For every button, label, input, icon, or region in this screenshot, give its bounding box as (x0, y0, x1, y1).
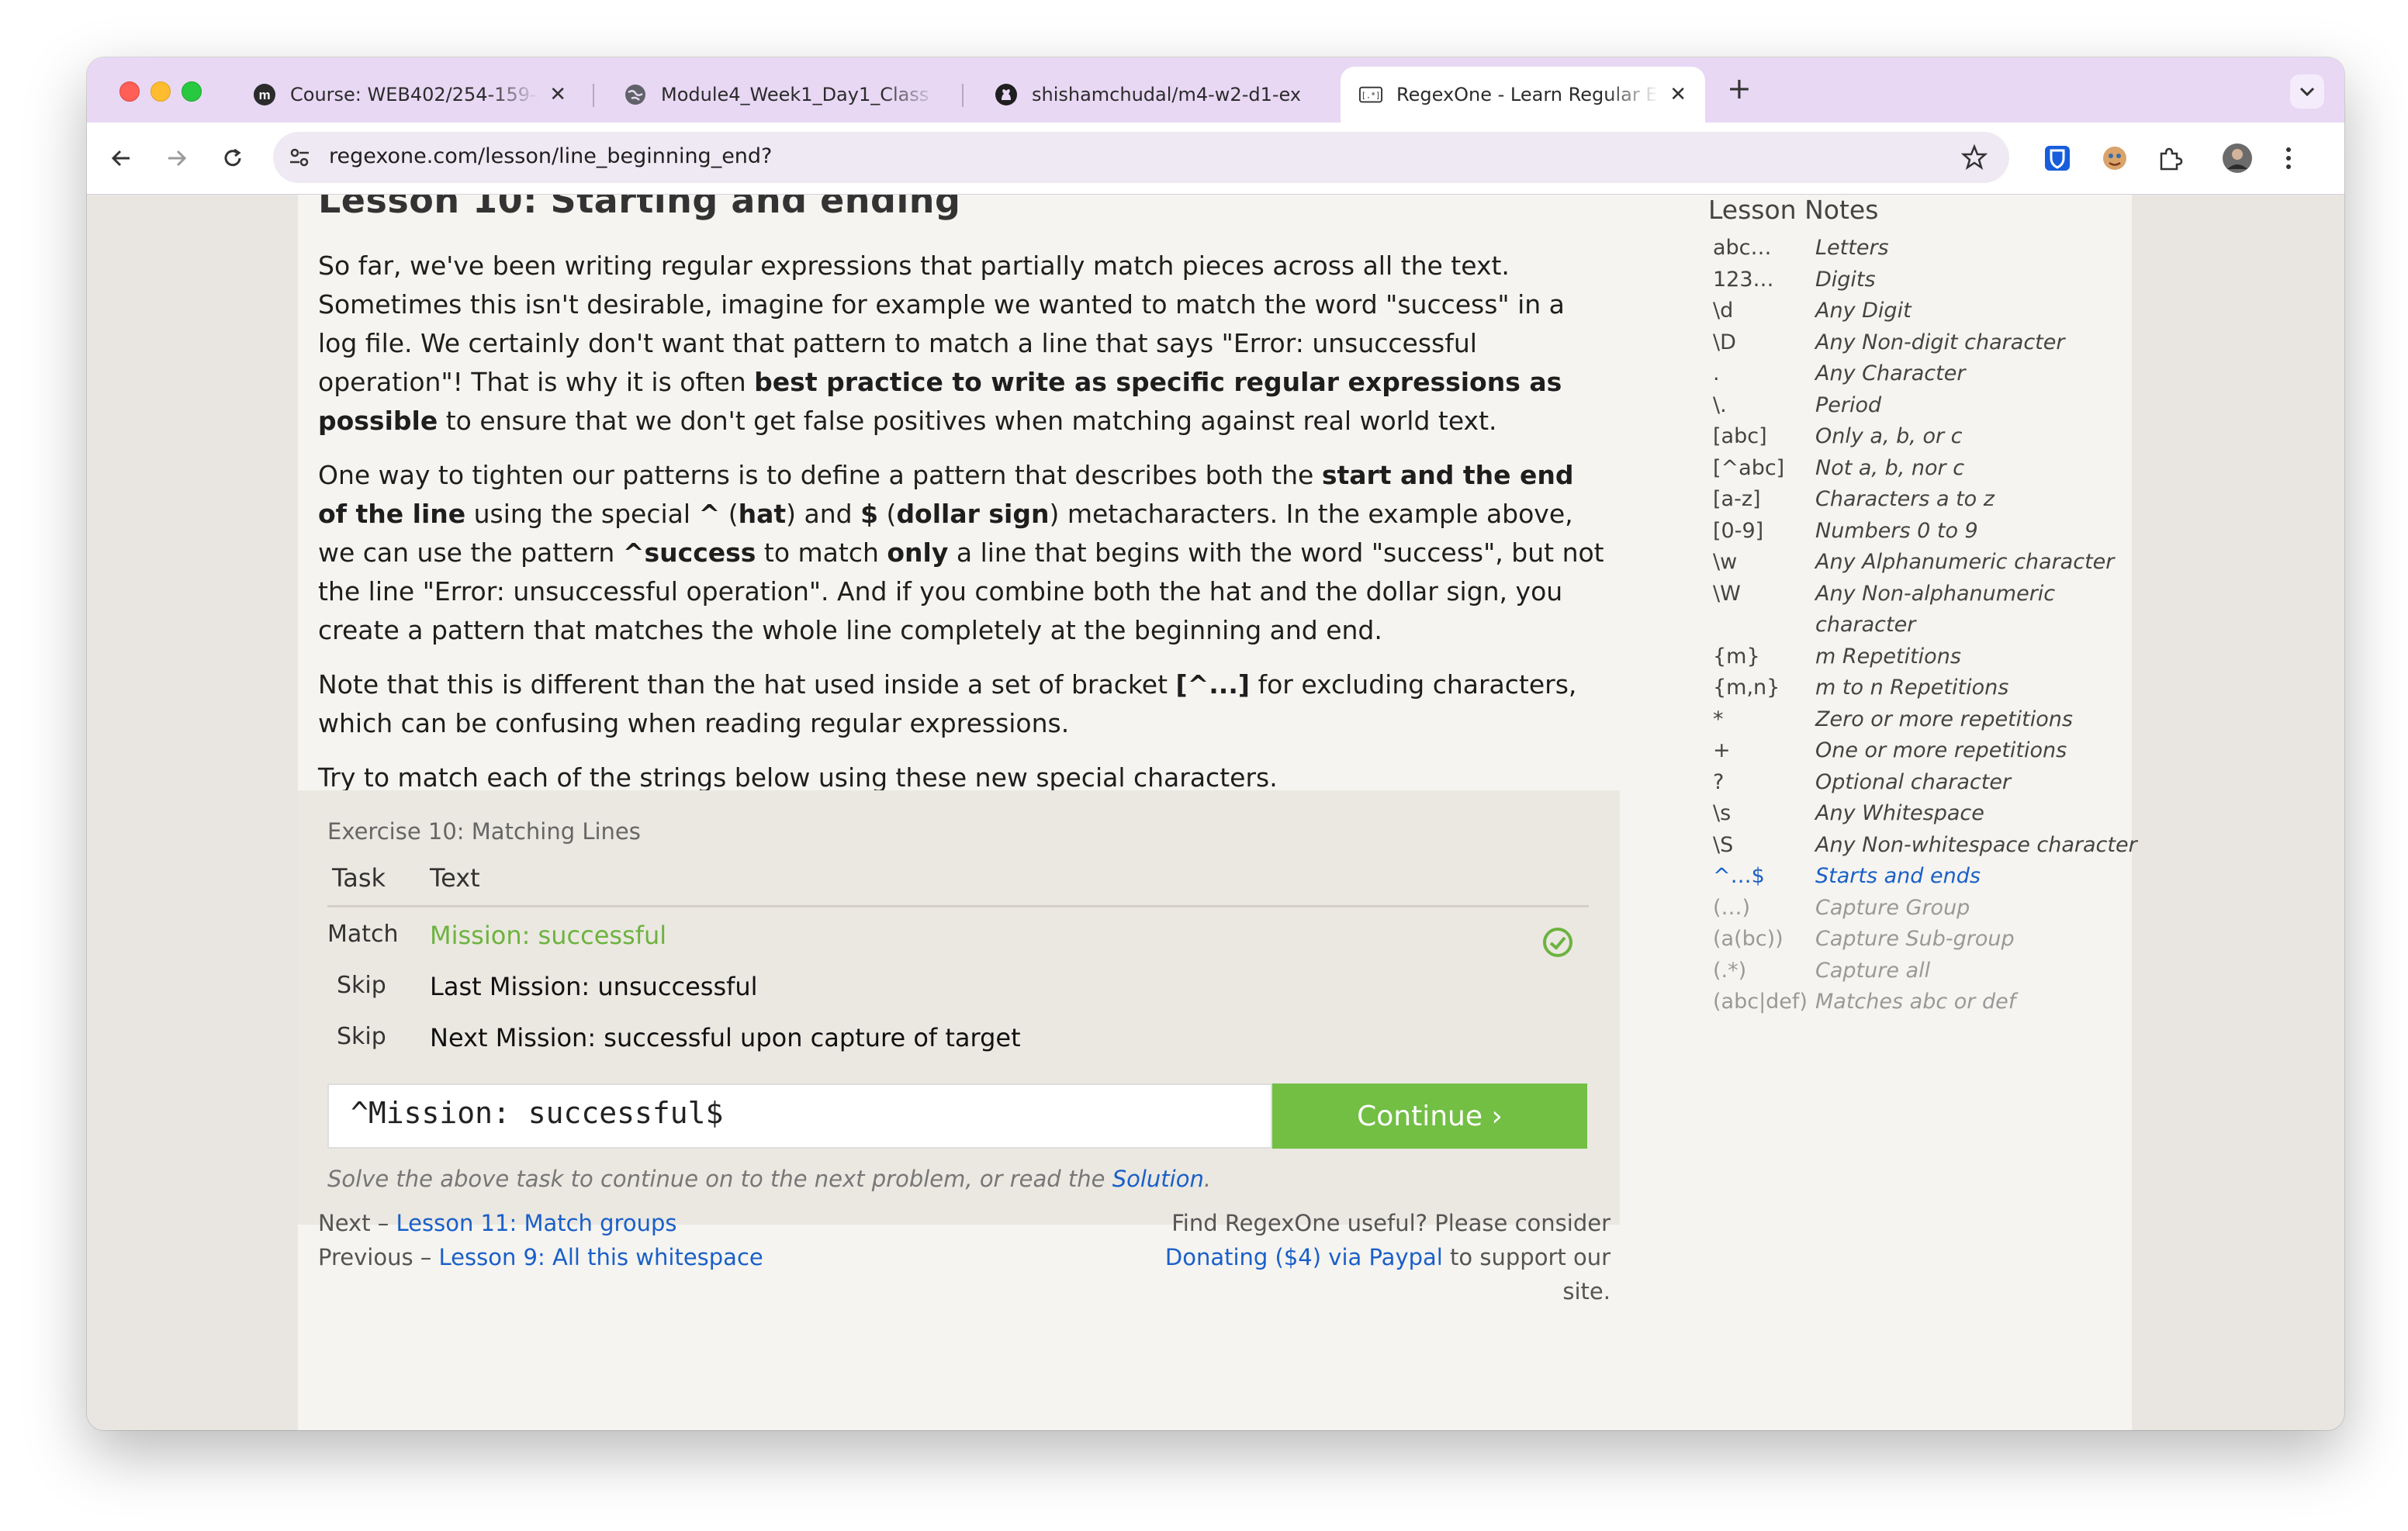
exercise-title: Exercise 10: Matching Lines (327, 818, 641, 845)
note-row: [a-z] Characters a to z (1713, 487, 1995, 511)
arrow-right-icon (168, 150, 187, 167)
lesson-panel: Lesson 10: Starting and ending So far, w… (298, 195, 2137, 1430)
note-row: 123… Digits (1713, 267, 1876, 292)
task-label: Match (327, 921, 399, 948)
tab-divider (593, 84, 594, 107)
note-row: (.*) Capture all (1713, 958, 1931, 983)
note-row: (…) Capture Group (1713, 895, 1970, 920)
note-row: \d Any Digit (1713, 299, 1912, 323)
note-row: abc… Letters (1713, 236, 1889, 260)
site-settings-icon[interactable] (287, 145, 312, 173)
note-row: \W Any Non-alphanumeric character (1713, 581, 2056, 638)
address-bar[interactable]: regexone.com/lesson/line_beginning_end? (273, 132, 2009, 183)
tab-course[interactable]: m Course: WEB402/254-159-A ✕ (234, 67, 585, 123)
exercise-row: Skip Last Mission: unsuccessful (327, 972, 1589, 1014)
lesson-navigation: Next – Lesson 11: Match groups Previous … (318, 1210, 763, 1270)
note-row: [abc] Only a, b, or c (1713, 424, 1963, 448)
url-text: regexone.com/lesson/line_beginning_end? (329, 144, 773, 168)
tab-search-button[interactable] (2290, 74, 2324, 109)
note-row: (abc|def) Matches abc or def (1713, 990, 2016, 1014)
browser-toolbar: regexone.com/lesson/line_beginning_end? (87, 123, 2344, 195)
continue-button[interactable]: Continue › (1272, 1083, 1587, 1149)
task-text: Last Mission: unsuccessful (430, 972, 758, 1001)
svg-text:m: m (258, 88, 270, 102)
extension-avatar-icon[interactable] (2099, 143, 2130, 174)
task-text: Mission: successful (430, 921, 667, 950)
note-row: * Zero or more repetitions (1713, 707, 2073, 731)
note-row: ? Optional character (1713, 769, 2012, 794)
note-row: [0-9] Numbers 0 to 9 (1713, 518, 1978, 543)
note-row: [^abc] Not a, b, nor c (1713, 455, 1965, 480)
close-icon[interactable]: ✕ (1669, 83, 1687, 106)
tab-module4[interactable]: Module4_Week1_Day1_Class (605, 67, 956, 123)
exercise-hint: Solve the above task to continue on to t… (327, 1166, 1212, 1192)
previous-lesson-link[interactable]: Lesson 9: All this whitespace (439, 1244, 763, 1270)
regexone-icon: [.*] (1359, 83, 1382, 106)
back-button[interactable] (102, 140, 140, 177)
tab-divider (962, 84, 964, 107)
note-row: (a(bc)) Capture Sub-group (1713, 927, 2015, 951)
moodle-icon: m (253, 83, 276, 106)
check-circle-icon (1543, 928, 1572, 957)
column-task: Task (332, 863, 386, 893)
exercise-box: Exercise 10: Matching Lines Task Text Ma… (298, 790, 1620, 1225)
tab-title: RegexOne - Learn Regular Ex (1396, 84, 1659, 105)
tab-title: shishamchudal/m4-w2-d1-ex (1032, 84, 1302, 105)
column-text: Text (430, 863, 480, 893)
extensions-puzzle-icon[interactable] (2155, 143, 2186, 174)
forward-button[interactable] (158, 140, 195, 177)
svg-text:[.*]: [.*] (1361, 92, 1381, 101)
page-viewport: Lesson 10: Starting and ending So far, w… (87, 195, 2344, 1430)
note-row: + One or more repetitions (1713, 738, 2067, 762)
arrow-left-icon (111, 150, 130, 167)
globe-icon (624, 83, 647, 106)
tab-title: Module4_Week1_Day1_Class (661, 84, 929, 105)
note-row: \S Any Non-whitespace character (1713, 832, 2137, 857)
note-row: \s Any Whitespace (1713, 801, 1984, 825)
regex-answer-input[interactable]: ^Mission: successful$ (327, 1083, 1272, 1149)
lesson-notes: Lesson Notes abc… Letters 123… Digits \d An… (1708, 195, 2143, 1018)
profile-avatar[interactable] (2222, 143, 2253, 174)
lesson-title: Lesson 10: Starting and ending (318, 195, 961, 221)
note-row-current[interactable]: ^…$ Starts and ends (1708, 861, 2143, 893)
note-row: \. Period (1713, 392, 1882, 417)
note-row: . Any Character (1713, 361, 1966, 385)
paragraph-1: So far, we've been writing regular expre… (318, 251, 1565, 436)
next-lesson-link[interactable]: Lesson 11: Match groups (396, 1210, 677, 1236)
new-tab-button[interactable]: + (1727, 71, 1752, 105)
minimize-window-button[interactable] (150, 81, 171, 102)
kebab-menu-icon (2286, 147, 2291, 169)
solution-link[interactable]: Solution (1112, 1166, 1204, 1192)
exercise-row: Skip Next Mission: successful upon captu… (327, 1023, 1589, 1065)
chevron-down-icon (2299, 87, 2315, 97)
bookmark-star-icon[interactable] (1960, 143, 1988, 174)
tab-regexone[interactable]: [.*] RegexOne - Learn Regular Ex ✕ (1341, 67, 1705, 123)
zoom-window-button[interactable] (182, 81, 202, 102)
donation-note: Find RegexOne useful? Please consider Do… (1164, 1210, 1611, 1305)
note-row: {m} m Repetitions (1713, 644, 1961, 669)
lesson-body: So far, we've been writing regular expre… (318, 247, 1609, 813)
paragraph-2: One way to tighten our patterns is to de… (318, 460, 1604, 645)
exercise-row: Match Mission: successful (327, 921, 1589, 962)
reload-button[interactable] (214, 140, 251, 177)
bitwarden-extension-icon[interactable] (2042, 143, 2073, 174)
task-label: Skip (337, 972, 386, 999)
task-text: Next Mission: successful upon capture of… (430, 1023, 1021, 1052)
donate-link[interactable]: Donating ($4) via Paypal (1165, 1244, 1443, 1270)
note-row: \D Any Non-digit character (1713, 330, 2065, 354)
browser-window: m Course: WEB402/254-159-A ✕ Module4_Wee… (87, 57, 2344, 1430)
tab-strip: m Course: WEB402/254-159-A ✕ Module4_Wee… (87, 57, 2344, 123)
close-window-button[interactable] (119, 81, 140, 102)
lesson-notes-title: Lesson Notes (1708, 195, 1879, 225)
note-row: {m,n} m to n Repetitions (1713, 676, 2009, 700)
note-row: \w Any Alphanumeric character (1713, 550, 2115, 574)
exercise-table-header: Task Text (327, 863, 1589, 907)
browser-menu-button[interactable] (2273, 143, 2304, 174)
reload-icon (224, 148, 241, 167)
paragraph-3: Note that this is different than the hat… (318, 669, 1577, 738)
task-label: Skip (337, 1023, 386, 1050)
tab-title: Course: WEB402/254-159-A (290, 84, 539, 105)
close-icon[interactable]: ✕ (549, 83, 566, 106)
github-icon (995, 83, 1018, 106)
